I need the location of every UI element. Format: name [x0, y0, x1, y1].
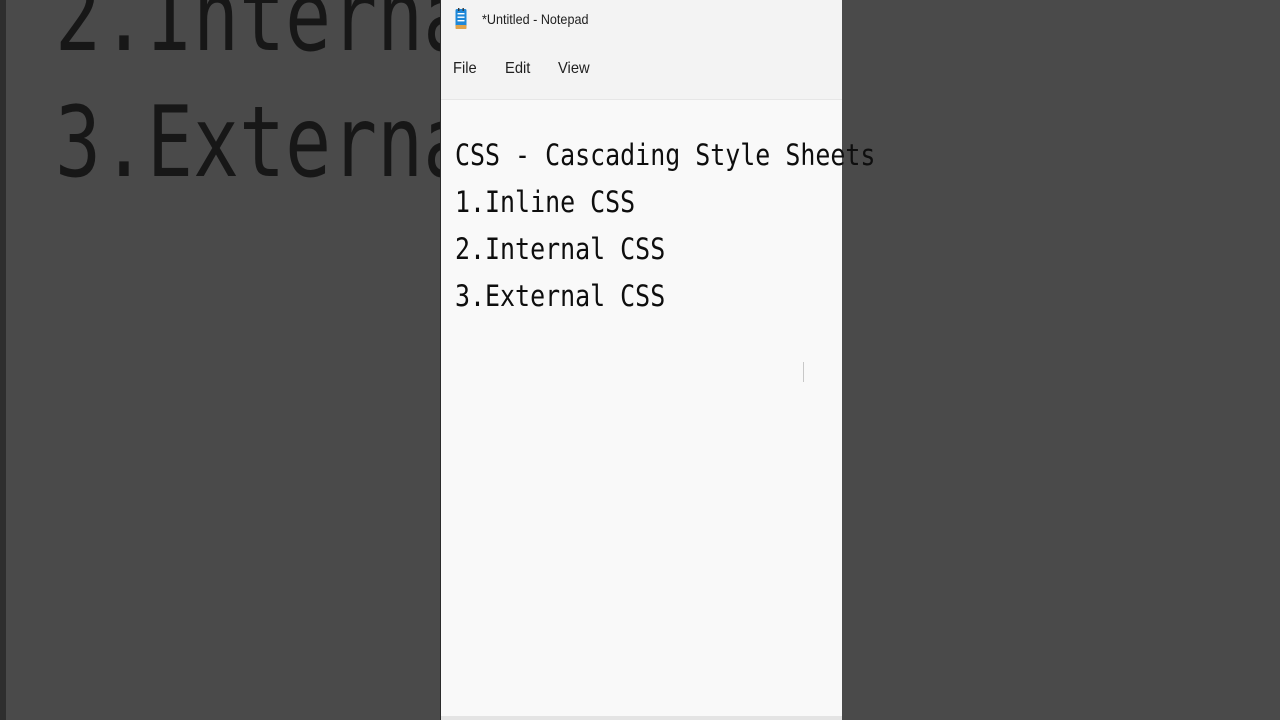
window-title: *Untitled - Notepad	[482, 11, 589, 27]
left-edge	[0, 0, 6, 720]
menu-bar: File Edit View	[441, 38, 842, 100]
menu-file[interactable]: File	[453, 56, 477, 82]
screen: 2.Interna 3.Externa *Untitled - Notepad F…	[0, 0, 1280, 720]
editor-line: CSS - Cascading Style Sheets	[455, 138, 876, 172]
menu-view[interactable]: View	[558, 56, 590, 82]
editor-line: 3.External CSS	[455, 279, 666, 313]
status-strip	[441, 716, 842, 720]
notepad-window: *Untitled - Notepad File Edit View CSS -…	[440, 0, 876, 720]
menu-edit[interactable]: Edit	[505, 56, 530, 82]
mouse-ibeam-cursor	[803, 362, 804, 382]
title-bar[interactable]: *Untitled - Notepad	[441, 0, 842, 38]
background-line: 3.Externa	[55, 86, 470, 200]
background-line: 2.Interna	[55, 0, 470, 74]
background-zoomed-text: 2.Interna 3.Externa	[55, 0, 469, 206]
editor-line: 2.Internal CSS	[455, 232, 666, 266]
notepad-icon	[455, 8, 467, 30]
editor-line: 1.Inline CSS	[455, 185, 636, 219]
text-editor[interactable]: CSS - Cascading Style Sheets 1.Inline CS…	[441, 100, 876, 716]
